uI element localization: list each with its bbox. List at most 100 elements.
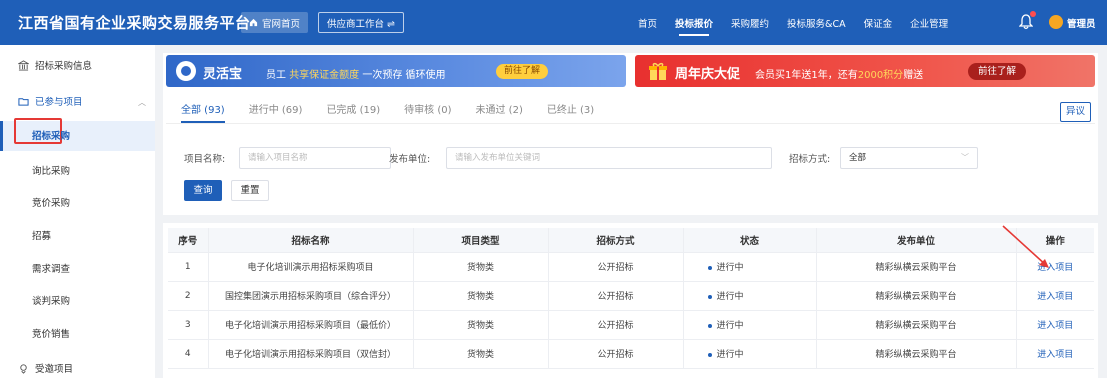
bid-method: 公开招标 [548, 252, 684, 282]
nav-bid-quote[interactable]: 投标报价 [675, 0, 713, 45]
tab-in-progress[interactable]: 进行中 (69) [249, 101, 303, 116]
sidebar-item-inquiry-procurement[interactable]: 询比采购 [32, 163, 70, 177]
table-row: 2 国控集团演示用招标采购项目（综合评分） 货物类 公开招标 进行中 精彩纵横云… [168, 281, 1094, 311]
bid-method: 公开招标 [548, 310, 684, 340]
status-text: 进行中 [716, 292, 744, 302]
banner-sub-highlight: 共享保证金额度 [289, 70, 360, 81]
official-home-button[interactable]: 官网首页 [241, 12, 309, 33]
column-header: 状态 [683, 228, 817, 253]
banner-title: 灵活宝 [203, 67, 243, 82]
sidebar-group-label: 受邀项目 [35, 364, 74, 375]
status-cell: 进行中 [683, 339, 817, 369]
sidebar-item-recruitment[interactable]: 招募 [32, 228, 51, 242]
sidebar-group-invited[interactable]: 受邀项目 [18, 361, 73, 375]
table-header-row: 序号 招标名称 项目类型 招标方式 状态 发布单位 操作 [168, 228, 1094, 253]
folder-icon [18, 97, 29, 106]
avatar[interactable] [1049, 15, 1063, 29]
enter-project-link[interactable]: 进入项目 [1016, 281, 1094, 311]
publisher: 精彩纵横云采购平台 [816, 252, 1017, 282]
supplier-workspace-label: 供应商工作台 ⇌ [327, 18, 395, 30]
banner-sub-prefix: 会员买1年送1年，还有 [755, 70, 858, 81]
sidebar-item-demand-survey[interactable]: 需求调查 [32, 261, 70, 275]
column-header: 发布单位 [816, 228, 1017, 253]
sidebar-item-bid-procurement[interactable]: 招标采购 [32, 128, 70, 142]
sidebar-item-auction-procurement[interactable]: 竞价采购 [32, 195, 70, 209]
enter-project-link[interactable]: 进入项目 [1016, 339, 1094, 369]
method-label: 招标方式: [789, 154, 831, 165]
sidebar-group-label: 已参与项目 [35, 97, 83, 108]
nav-home[interactable]: 首页 [638, 0, 657, 45]
query-button[interactable]: 查询 [184, 180, 222, 201]
status-text: 进行中 [716, 321, 744, 331]
home-icon [249, 18, 258, 27]
coin-icon [176, 61, 196, 81]
chevron-up-icon[interactable]: ︿ [138, 97, 146, 108]
status-dot [707, 294, 712, 299]
banner-sub-prefix: 员工 [266, 70, 286, 81]
bid-name: 电子化培训演示用招标采购项目（双信封） [208, 339, 414, 369]
column-header: 招标名称 [208, 228, 414, 253]
banner-title: 周年庆大促 [675, 67, 741, 82]
status-dot [707, 323, 712, 328]
tab-all[interactable]: 全部 (93) [181, 101, 225, 123]
column-header: 序号 [168, 228, 209, 253]
sidebar-item-negotiation[interactable]: 谈判采购 [32, 293, 70, 307]
results-table-panel: 序号 招标名称 项目类型 招标方式 状态 发布单位 操作 1 电子化培训演示用招… [163, 223, 1098, 378]
sidebar-item-auction-sale[interactable]: 竞价销售 [32, 326, 70, 340]
banner-sub-suffix: 赠送 [903, 70, 924, 81]
status-cell: 进行中 [683, 281, 817, 311]
tab-pending-review[interactable]: 待审核 (0) [404, 101, 451, 116]
invite-icon [20, 363, 27, 374]
bid-name: 国控集团演示用招标采购项目（综合评分） [208, 281, 414, 311]
bank-icon [18, 59, 29, 71]
status-dot [707, 265, 712, 270]
method-select[interactable]: 全部 ﹀ [840, 147, 978, 169]
publisher-label: 发布单位: [389, 154, 431, 165]
enter-project-link[interactable]: 进入项目 [1016, 252, 1094, 282]
promo-banner-anniversary[interactable]: 周年庆大促 会员买1年送1年，还有2000积分赠送 前往了解 [635, 55, 1095, 87]
sidebar-group-participated[interactable]: 已参与项目 [18, 94, 83, 108]
app-title: 江西省国有企业采购交易服务平台 [18, 14, 251, 32]
chevron-down-icon: ﹀ [961, 153, 969, 162]
row-index: 2 [168, 281, 209, 311]
notification-dot [1030, 11, 1036, 17]
nav-enterprise-management[interactable]: 企业管理 [910, 0, 948, 45]
promo-banner-flexible[interactable]: 灵活宝 员工 共享保证金额度 一次预存 循环使用 前往了解 [166, 55, 626, 87]
sidebar: 招标采购信息 已参与项目 ︿ 招标采购 询比采购 竞价采购 招募 需求调查 谈判… [0, 45, 155, 378]
publisher: 精彩纵横云采购平台 [816, 281, 1017, 311]
supplier-workspace-button[interactable]: 供应商工作台 ⇌ [318, 12, 404, 33]
publisher: 精彩纵横云采购平台 [816, 339, 1017, 369]
method-select-value: 全部 [849, 153, 867, 163]
publisher-input[interactable]: 请输入发布单位关键词 [446, 147, 772, 169]
sidebar-group-label: 招标采购信息 [35, 61, 93, 72]
tab-divider [166, 123, 1095, 124]
bid-name: 电子化培训演示用招标采购项目 [208, 252, 414, 282]
nav-bid-service-ca[interactable]: 投标服务&CA [787, 0, 846, 45]
project-name-label: 项目名称: [184, 154, 226, 165]
tab-terminated[interactable]: 已终止 (3) [547, 101, 594, 116]
sidebar-group-bid-info[interactable]: 招标采购信息 [18, 58, 92, 72]
objection-button[interactable]: 异议 [1060, 102, 1091, 122]
project-name-input[interactable]: 请输入项目名称 [239, 147, 391, 169]
status-cell: 进行中 [683, 252, 817, 282]
top-header: 江西省国有企业采购交易服务平台 官网首页 供应商工作台 ⇌ 首页 投标报价 采购… [0, 0, 1107, 45]
status-dot [707, 352, 712, 357]
status-text: 进行中 [716, 350, 744, 360]
status-tabs: 全部 (93) 进行中 (69) 已完成 (19) 待审核 (0) 未通过 (2… [181, 101, 594, 123]
tab-rejected[interactable]: 未通过 (2) [476, 101, 523, 116]
project-type: 货物类 [413, 281, 549, 311]
enter-project-link[interactable]: 进入项目 [1016, 310, 1094, 340]
project-type: 货物类 [413, 310, 549, 340]
tab-completed[interactable]: 已完成 (19) [326, 101, 380, 116]
reset-button[interactable]: 重置 [231, 180, 269, 201]
row-index: 4 [168, 339, 209, 369]
learn-more-button[interactable]: 前往了解 [496, 64, 549, 79]
row-index: 1 [168, 252, 209, 282]
status-cell: 进行中 [683, 310, 817, 340]
column-header: 招标方式 [548, 228, 684, 253]
user-name[interactable]: 管理员 [1067, 16, 1096, 30]
nav-deposit[interactable]: 保证金 [864, 0, 893, 45]
nav-procurement-fulfillment[interactable]: 采购履约 [731, 0, 769, 45]
learn-more-button[interactable]: 前往了解 [968, 63, 1027, 80]
column-header: 操作 [1016, 228, 1094, 253]
